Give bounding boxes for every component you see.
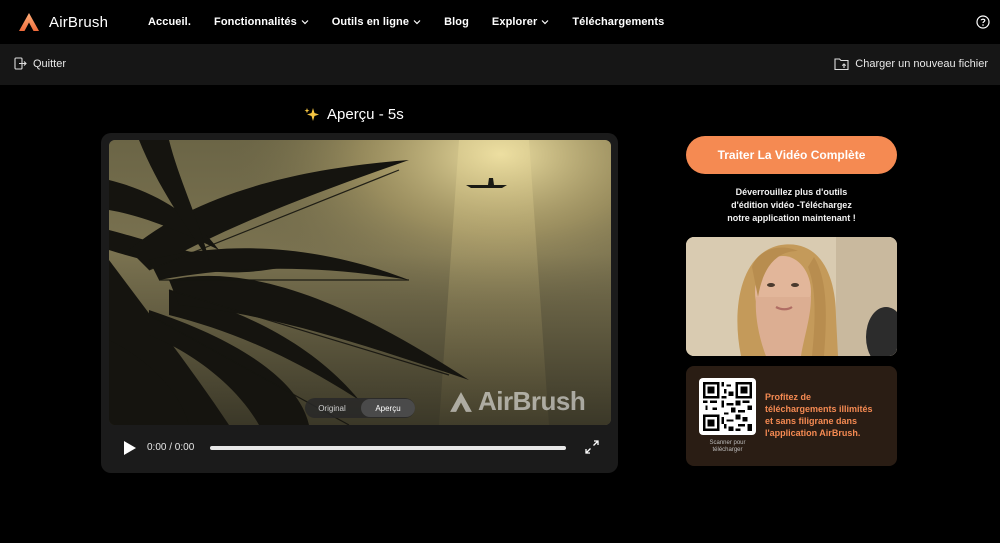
nav-label: Blog	[444, 16, 469, 28]
toggle-preview[interactable]: Aperçu	[361, 399, 415, 417]
toggle-original[interactable]: Original	[305, 399, 359, 417]
qr-caption: Scanner pour télécharger	[694, 440, 761, 454]
qr-code-icon	[703, 382, 752, 431]
nav-label: Explorer	[491, 16, 538, 28]
nav-label: Téléchargements	[572, 16, 665, 28]
nav-label: Accueil.	[148, 16, 191, 28]
qr-promo-line: et sans filigrane dans	[765, 416, 858, 426]
logo-text: AirBrush	[49, 13, 109, 31]
qr-promo-line: téléchargements illimités	[765, 404, 873, 414]
preview-title: Aperçu - 5s	[304, 106, 404, 123]
folder-upload-icon	[834, 58, 849, 71]
player-controls: 0:00 / 0:00	[101, 433, 618, 463]
preview-title-text: Aperçu - 5s	[327, 106, 404, 123]
unlock-line: Déverrouillez plus d'outils	[735, 187, 848, 197]
qr-caption-line: télécharger	[712, 447, 743, 453]
compare-toggle: Original Aperçu	[305, 398, 415, 418]
play-icon[interactable]	[123, 440, 137, 456]
nav-item-outils[interactable]: Outils en ligne	[332, 16, 421, 28]
nav-item-blog[interactable]: Blog	[444, 16, 469, 28]
fullscreen-icon[interactable]	[585, 440, 599, 454]
unlock-line: notre application maintenant !	[727, 213, 856, 223]
logo[interactable]: AirBrush	[18, 11, 108, 33]
editor-toolbar: Quitter Charger un nouveau fichier	[0, 44, 1000, 85]
unlock-line: d'édition vidéo -Téléchargez	[731, 200, 852, 210]
watermark-text: AirBrush	[478, 386, 586, 416]
video-thumbnail-image	[109, 140, 611, 425]
qr-download-card: Scanner pour télécharger Profitez de tél…	[686, 366, 897, 466]
top-nav: AirBrush Accueil. Fonctionnalités Outils…	[0, 0, 1000, 44]
qr-promo-line: Profitez de	[765, 392, 812, 402]
question-circle-icon[interactable]	[976, 15, 990, 29]
nav-item-accueil[interactable]: Accueil.	[148, 16, 191, 28]
sparkles-icon	[304, 107, 319, 121]
upload-label: Charger un nouveau fichier	[855, 58, 988, 70]
process-full-video-button[interactable]: Traiter La Vidéo Complète	[686, 136, 897, 174]
unlock-text: Déverrouillez plus d'outils d'édition vi…	[686, 186, 897, 225]
progress-bar[interactable]	[210, 446, 566, 450]
exit-icon	[14, 57, 27, 70]
qr-promo-line: l'application AirBrush.	[765, 428, 861, 438]
watermark: AirBrush	[449, 386, 586, 417]
chevron-down-icon	[541, 20, 549, 25]
quit-button[interactable]: Quitter	[14, 57, 66, 70]
quit-label: Quitter	[33, 57, 67, 70]
qr-promo-text: Profitez de téléchargements illimités et…	[765, 391, 890, 439]
video-frame[interactable]: AirBrush Original Aperçu	[109, 140, 611, 425]
promo-image	[686, 237, 897, 356]
qr-code[interactable]	[699, 378, 756, 435]
nav-item-telechargements[interactable]: Téléchargements	[572, 16, 664, 28]
nav-item-fonctionnalites[interactable]: Fonctionnalités	[214, 16, 309, 28]
airbrush-logo-icon	[19, 13, 39, 31]
chevron-down-icon	[413, 20, 421, 25]
nav-menu: Accueil. Fonctionnalités Outils en ligne…	[148, 0, 687, 44]
qr-caption-line: Scanner pour	[709, 440, 746, 446]
chevron-down-icon	[301, 20, 309, 25]
airbrush-watermark-icon	[450, 391, 472, 412]
time-display: 0:00 / 0:00	[147, 442, 195, 453]
nav-label: Outils en ligne	[331, 16, 410, 28]
nav-label: Fonctionnalités	[214, 16, 297, 28]
video-player: AirBrush Original Aperçu 0:00 / 0:00	[101, 133, 618, 473]
nav-item-explorer[interactable]: Explorer	[492, 16, 549, 28]
upload-new-file-button[interactable]: Charger un nouveau fichier	[834, 57, 988, 71]
portrait-image	[686, 237, 897, 356]
